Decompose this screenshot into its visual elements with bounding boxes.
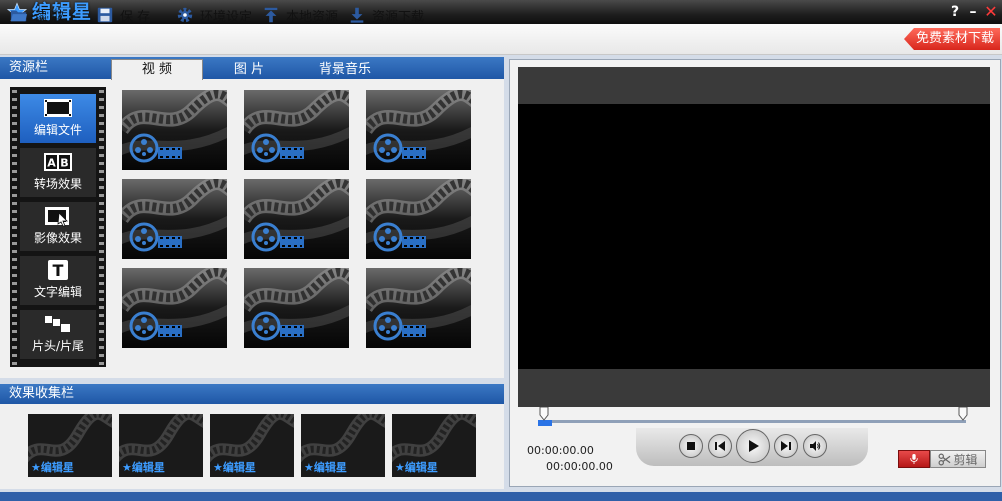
sidebar-item-label: 文字编辑 [33, 285, 82, 299]
effect-slot[interactable]: ★编辑星 [301, 414, 385, 477]
sidebar-item-edit-file[interactable]: 编辑文件 [20, 94, 96, 143]
video-thumbnail[interactable] [244, 90, 349, 170]
effect-logo-watermark: ★编辑星 [395, 461, 438, 474]
current-time-readout: 00:00:00.00 [527, 444, 594, 457]
svg-text:B: B [60, 157, 68, 170]
effect-logo-watermark: ★编辑星 [31, 461, 74, 474]
total-time-readout: 00:00:00.00 [546, 460, 613, 473]
preview-top-band [518, 67, 990, 104]
resource-download-label: 资源下载 [372, 9, 425, 25]
preview-screen [518, 104, 990, 369]
stop-icon [687, 442, 695, 450]
cut-label: 剪辑 [953, 452, 978, 467]
video-thumbnail[interactable] [122, 268, 227, 348]
film-reel-thumbnail-icon [366, 179, 471, 259]
read-label: 读 取 [34, 9, 65, 25]
settings-label: 环境设定 [200, 9, 253, 25]
volume-button[interactable] [803, 434, 827, 458]
gear-icon [177, 7, 193, 23]
timeline-end-handle[interactable] [958, 407, 968, 421]
tab-video[interactable]: 视 频 [111, 59, 203, 80]
image-effect-icon [45, 207, 69, 227]
sidebar-item-text-edit[interactable]: T 文字编辑 [20, 256, 96, 305]
scissors-icon [938, 453, 951, 465]
svg-text:A: A [47, 157, 56, 170]
sidebar-item-label: 片头/片尾 [31, 339, 85, 353]
video-thumbnail[interactable] [366, 268, 471, 348]
video-thumbnail[interactable] [366, 179, 471, 259]
read-button[interactable]: 读 取 [10, 0, 64, 30]
timeline-start-handle[interactable] [539, 407, 549, 421]
sprocket-holes-right [99, 87, 104, 367]
close-button[interactable]: ✕ [982, 2, 1000, 22]
tab-image[interactable]: 图 片 [204, 60, 294, 79]
text-t-icon: T [48, 260, 68, 280]
effect-logo-watermark: ★编辑星 [304, 461, 347, 474]
sidebar-item-label: 影像效果 [33, 231, 82, 245]
save-button[interactable]: 保 存 [96, 0, 150, 30]
previous-frame-button[interactable] [708, 434, 732, 458]
speaker-icon [810, 441, 821, 451]
film-reel-thumbnail-icon [244, 179, 349, 259]
floppy-disk-icon [97, 7, 113, 23]
film-reel-thumbnail-icon [122, 90, 227, 170]
resource-header-label: 资源栏 [9, 60, 49, 75]
video-thumbnail[interactable] [244, 268, 349, 348]
sidebar-item-label: 转场效果 [33, 177, 82, 191]
step-back-icon [715, 441, 725, 451]
effect-slot[interactable]: ★编辑星 [392, 414, 476, 477]
intro-outro-icon [45, 316, 70, 332]
local-resources-button[interactable]: 本地资源 [262, 0, 338, 30]
toolbar [0, 24, 1002, 55]
film-reel-thumbnail-icon [366, 90, 471, 170]
microphone-icon [910, 454, 918, 464]
cut-edit-button[interactable]: 剪辑 [930, 450, 986, 468]
film-icon [44, 99, 72, 117]
film-reel-thumbnail-icon [122, 179, 227, 259]
effects-header-label: 效果收集栏 [9, 386, 75, 401]
film-reel-thumbnail-icon [244, 90, 349, 170]
open-folder-icon [10, 10, 28, 22]
sprocket-holes-left [12, 87, 17, 367]
sidebar-item-intro-outro[interactable]: 片头/片尾 [20, 310, 96, 359]
sidebar-item-transition-effects[interactable]: AB 转场效果 [20, 148, 96, 197]
film-reel-thumbnail-icon [122, 268, 227, 348]
local-resources-label: 本地资源 [286, 9, 339, 25]
effects-header-bar [0, 384, 504, 404]
preview-bottom-band [518, 369, 990, 407]
effect-slot[interactable]: ★编辑星 [119, 414, 203, 477]
stop-button[interactable] [679, 434, 703, 458]
timeline-track[interactable] [538, 420, 966, 423]
free-material-download-button[interactable]: 免费素材下载 [904, 28, 1000, 50]
download-arrow-icon [350, 7, 364, 23]
save-label: 保 存 [120, 9, 151, 25]
video-thumbnail[interactable] [122, 179, 227, 259]
film-reel-thumbnail-icon [244, 268, 349, 348]
play-button[interactable] [736, 429, 770, 463]
effect-slot[interactable]: ★编辑星 [28, 414, 112, 477]
ab-transition-icon: AB [44, 153, 72, 171]
video-thumbnail[interactable] [122, 90, 227, 170]
sidebar-item-label: 编辑文件 [33, 123, 82, 137]
minimize-button[interactable]: – [964, 2, 982, 22]
video-thumbnail[interactable] [366, 90, 471, 170]
video-thumbnail[interactable] [244, 179, 349, 259]
effect-slot[interactable]: ★编辑星 [210, 414, 294, 477]
step-forward-icon [781, 441, 791, 451]
film-reel-thumbnail-icon [366, 268, 471, 348]
resource-download-button[interactable]: 资源下载 [348, 0, 424, 30]
bottom-status-strip [0, 492, 1002, 501]
effect-logo-watermark: ★编辑星 [122, 461, 165, 474]
play-icon [749, 440, 759, 452]
settings-button[interactable]: 环境设定 [176, 0, 252, 30]
tab-background-music[interactable]: 背景音乐 [300, 60, 390, 79]
sidebar-item-image-effects[interactable]: 影像效果 [20, 202, 96, 251]
next-frame-button[interactable] [774, 434, 798, 458]
help-button[interactable]: ? [946, 2, 964, 22]
svg-text:T: T [53, 261, 64, 280]
title-bar [0, 0, 1002, 24]
effect-logo-watermark: ★编辑星 [213, 461, 256, 474]
upload-arrow-icon [264, 7, 278, 23]
record-voice-button[interactable] [898, 450, 930, 468]
